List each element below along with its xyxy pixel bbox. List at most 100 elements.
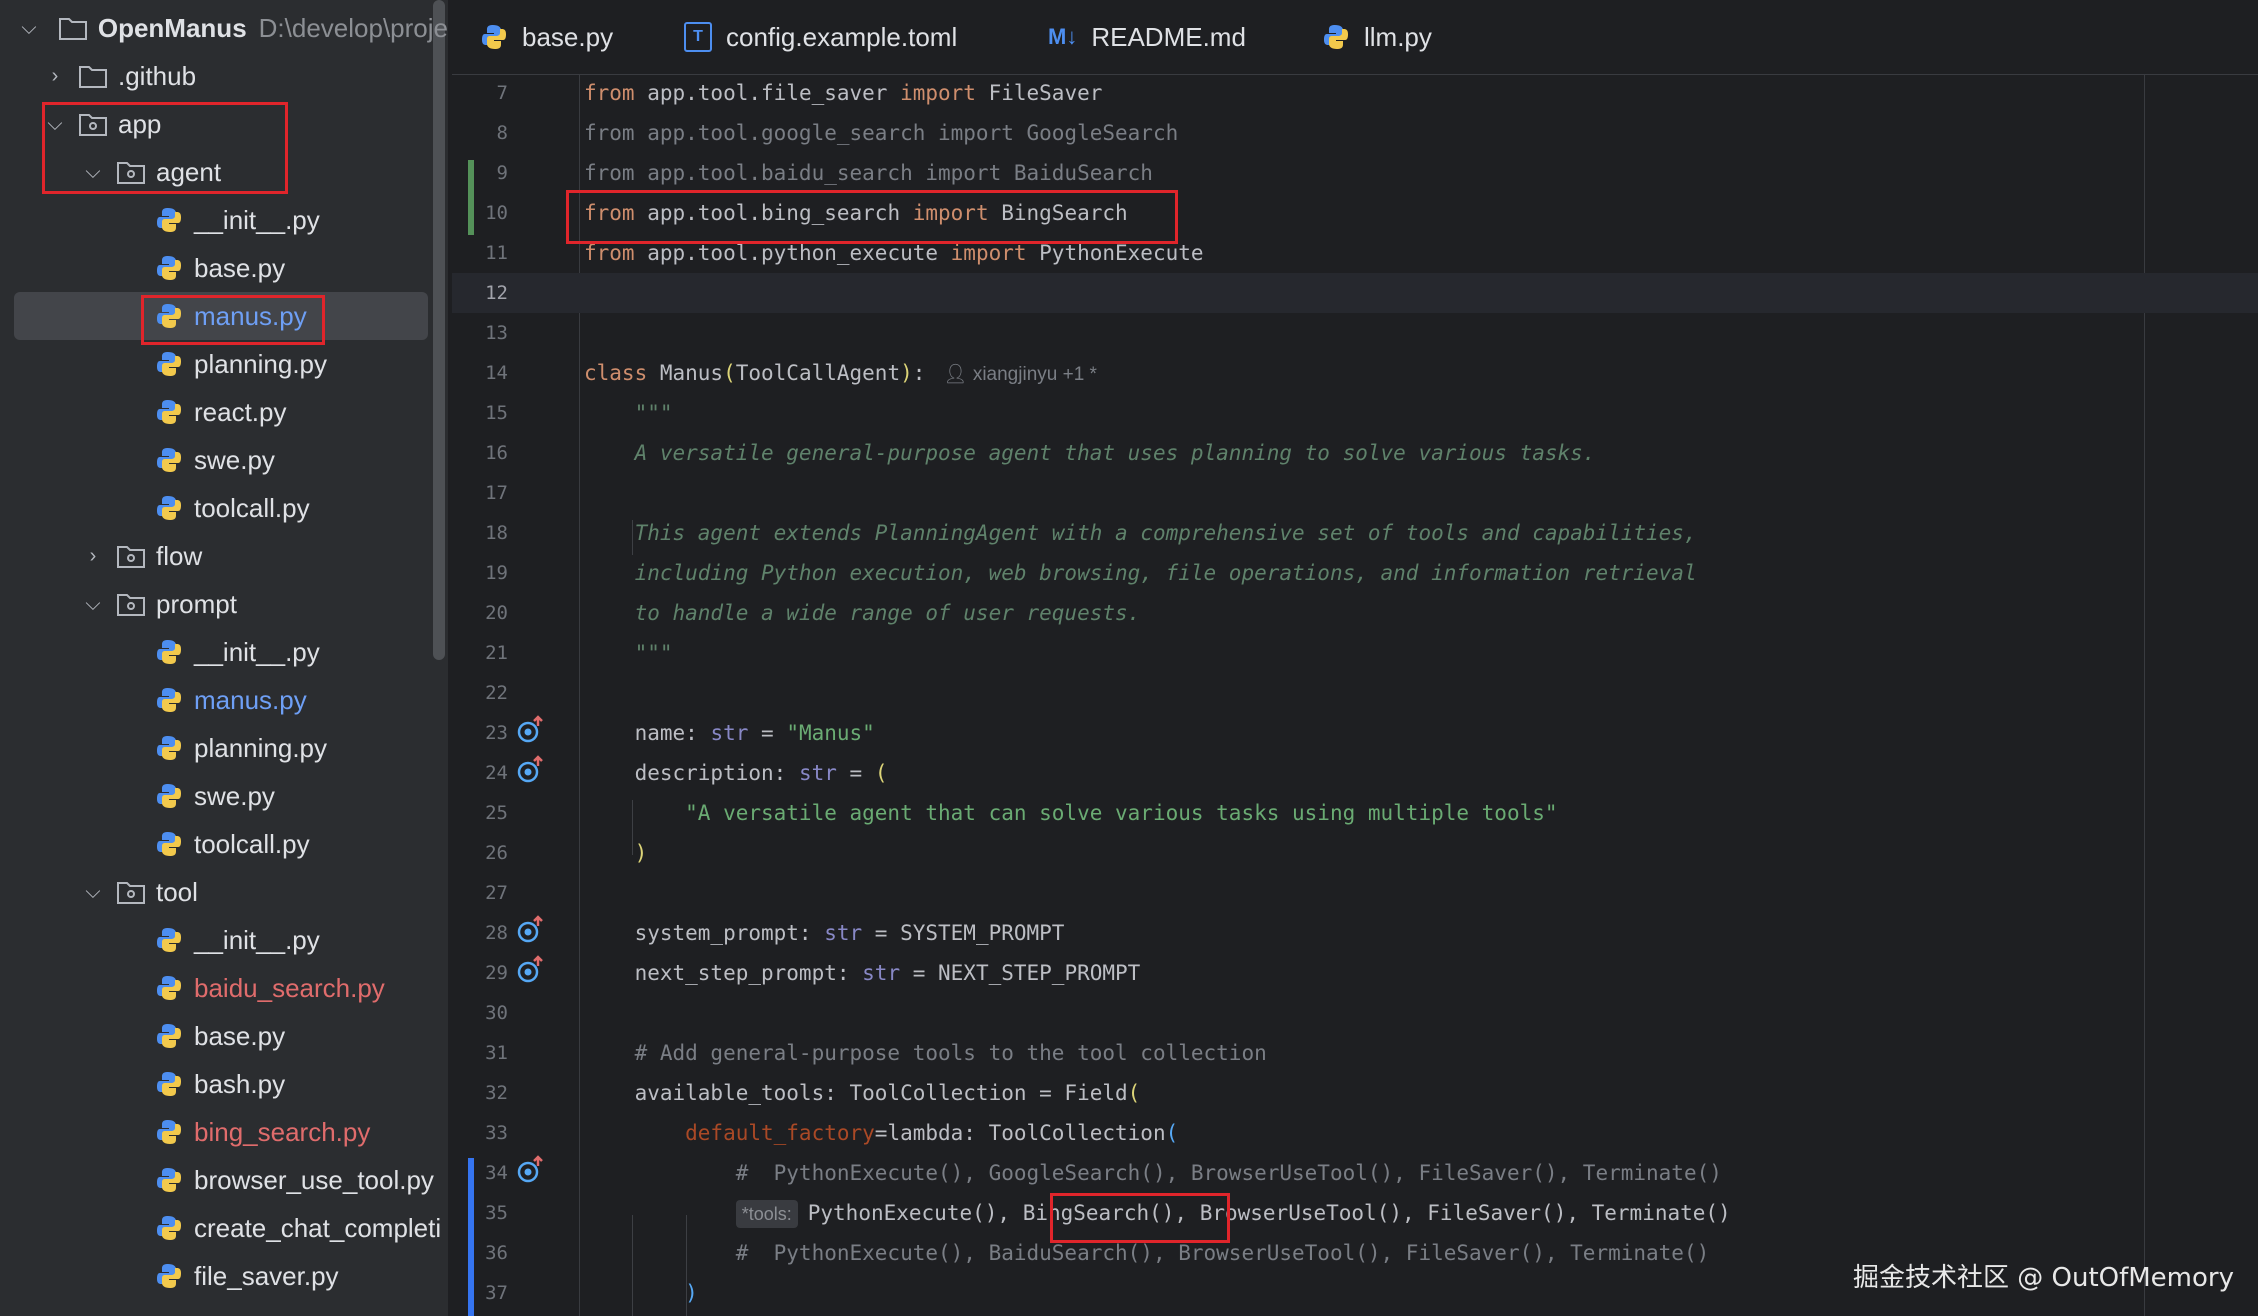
code-line[interactable]: 25 "A versatile agent that can solve var… xyxy=(452,793,2258,833)
tab-base-py[interactable]: base.py xyxy=(480,0,613,74)
tree-item-label: planning.py xyxy=(194,348,327,379)
line-number: 13 xyxy=(485,322,508,344)
code-line[interactable]: 16 A versatile general-purpose agent tha… xyxy=(452,433,2258,473)
project-path: D:\develop\proje xyxy=(258,12,448,43)
code-line[interactable]: 17 xyxy=(452,473,2258,513)
tree-item[interactable]: bash.py xyxy=(0,1060,448,1108)
code-token: PythonExecute(), xyxy=(807,1201,1023,1225)
code-text: A versatile general-purpose agent that u… xyxy=(584,433,1596,473)
code-line[interactable]: 31 # Add general-purpose tools to the to… xyxy=(452,1033,2258,1073)
chevron-down-icon[interactable]: ⌵ xyxy=(80,593,106,616)
code-line[interactable]: 13 xyxy=(452,313,2258,353)
line-number: 35 xyxy=(485,1202,508,1224)
code-line[interactable]: 19 including Python execution, web brows… xyxy=(452,553,2258,593)
tree-item[interactable]: __init__.py xyxy=(0,916,448,964)
chevron-down-icon[interactable]: ⌵ xyxy=(80,881,106,904)
code-line[interactable]: 30 xyxy=(452,993,2258,1033)
param-hint: *tools: xyxy=(735,1200,798,1228)
override-icon[interactable] xyxy=(516,755,546,785)
code-line[interactable]: 32 available_tools: ToolCollection = Fie… xyxy=(452,1073,2258,1113)
code-token: # PythonExecute(), GoogleSearch(), Brows… xyxy=(584,1161,1722,1185)
tree-item[interactable]: toolcall.py xyxy=(0,820,448,868)
code-token: # PythonExecute(), BaiduSearch(), Browse… xyxy=(584,1241,1710,1265)
code-line[interactable]: 7 from app.tool.file_saver import FileSav… xyxy=(452,75,2258,113)
tree-item[interactable]: __init__.py xyxy=(0,196,448,244)
code-token: # Add general-purpose tools to the tool … xyxy=(584,1041,1267,1065)
code-line[interactable]: 35 *tools: PythonExecute(), BingSearch(),… xyxy=(452,1193,2258,1233)
code-line[interactable]: 9 from app.tool.baidu_search import Baidu… xyxy=(452,153,2258,193)
chevron-down-icon[interactable]: ⌵ xyxy=(16,17,42,40)
code-token: import xyxy=(900,81,976,105)
chevron-down-icon[interactable]: ⌵ xyxy=(42,113,68,136)
tree-item[interactable]: swe.py xyxy=(0,772,448,820)
code-line[interactable]: 24 description: str = ( xyxy=(452,753,2258,793)
python-icon xyxy=(480,23,508,51)
code-line[interactable]: 23 name: str = "Manus" xyxy=(452,713,2258,753)
code-line[interactable]: 22 xyxy=(452,673,2258,713)
line-number: 22 xyxy=(485,682,508,704)
code-token: from xyxy=(584,241,635,265)
override-icon[interactable] xyxy=(516,1155,546,1185)
override-icon[interactable] xyxy=(516,715,546,745)
line-number: 23 xyxy=(485,722,508,744)
tree-item[interactable]: planning.py xyxy=(0,724,448,772)
python-file-icon xyxy=(152,1067,186,1101)
override-icon[interactable] xyxy=(516,955,546,985)
vcs-modified-marker[interactable] xyxy=(468,1158,474,1316)
tree-item[interactable]: toolcall.py xyxy=(0,484,448,532)
tree-item[interactable]: manus.py xyxy=(0,292,448,340)
override-icon[interactable] xyxy=(516,915,546,945)
folder-icon xyxy=(56,11,90,45)
tree-item[interactable]: ⌵ agent xyxy=(0,148,448,196)
code-line[interactable]: 21 """ xyxy=(452,633,2258,673)
sidebar-scrollbar[interactable] xyxy=(433,0,445,660)
tree-item[interactable]: create_chat_completi xyxy=(0,1204,448,1252)
code-token: ( xyxy=(1127,1081,1141,1105)
code-line[interactable]: 34 # PythonExecute(), GoogleSearch(), Br… xyxy=(452,1153,2258,1193)
tree-item[interactable]: base.py xyxy=(0,244,448,292)
code-editor[interactable]: 7 from app.tool.file_saver import FileSav… xyxy=(452,75,2258,1316)
code-line[interactable]: 14 class Manus(ToolCallAgent): 👤︎ xiangjin… xyxy=(452,353,2258,393)
tree-item[interactable]: baidu_search.py xyxy=(0,964,448,1012)
tree-item[interactable]: planning.py xyxy=(0,340,448,388)
code-line[interactable]: 10 from app.tool.bing_search import BingS… xyxy=(452,193,2258,233)
tree-item[interactable]: ⌵ prompt xyxy=(0,580,448,628)
tree-item[interactable]: browser_use_tool.py xyxy=(0,1156,448,1204)
code-line[interactable]: 29 next_step_prompt: str = NEXT_STEP_PRO… xyxy=(452,953,2258,993)
tree-item[interactable]: ⌵ app xyxy=(0,100,448,148)
chevron-down-icon[interactable]: ⌵ xyxy=(80,161,106,184)
tab-config-example-toml[interactable]: T config.example.toml xyxy=(684,0,957,74)
tree-item[interactable]: file_saver.py xyxy=(0,1252,448,1300)
code-line[interactable]: 28 system_prompt: str = SYSTEM_PROMPT xyxy=(452,913,2258,953)
code-line[interactable]: 27 xyxy=(452,873,2258,913)
tree-item[interactable]: ⌵ tool xyxy=(0,868,448,916)
code-line[interactable]: 11 from app.tool.python_execute import Py… xyxy=(452,233,2258,273)
code-line[interactable]: 18 This agent extends PlanningAgent with… xyxy=(452,513,2258,553)
code-author-hint[interactable]: 👤︎ xiangjinyu +1 * xyxy=(943,364,1097,385)
chevron-right-icon[interactable]: › xyxy=(80,545,106,568)
line-number: 12 xyxy=(485,282,508,304)
tree-item[interactable]: swe.py xyxy=(0,436,448,484)
code-text: default_factory=lambda: ToolCollection( xyxy=(584,1113,1178,1153)
code-token: app.tool.python_execute xyxy=(634,241,951,265)
code-line[interactable]: 8 from app.tool.google_search import Goog… xyxy=(452,113,2258,153)
tree-item-label: swe.py xyxy=(194,780,275,811)
code-line[interactable]: 12 xyxy=(452,273,2258,313)
tree-item[interactable]: __init__.py xyxy=(0,628,448,676)
vcs-added-marker[interactable] xyxy=(468,160,474,235)
chevron-right-icon[interactable]: › xyxy=(42,65,68,88)
code-line[interactable]: 33 default_factory=lambda: ToolCollectio… xyxy=(452,1113,2258,1153)
tree-item[interactable]: › .github xyxy=(0,52,448,100)
tree-item[interactable]: › flow xyxy=(0,532,448,580)
python-icon xyxy=(1322,23,1350,51)
code-line[interactable]: 15 """ xyxy=(452,393,2258,433)
tree-item[interactable]: base.py xyxy=(0,1012,448,1060)
code-line[interactable]: 26 ) xyxy=(452,833,2258,873)
project-root-row[interactable]: ⌵ OpenManus D:\develop\proje xyxy=(0,4,448,52)
tree-item[interactable]: bing_search.py xyxy=(0,1108,448,1156)
code-line[interactable]: 20 to handle a wide range of user reques… xyxy=(452,593,2258,633)
tree-item[interactable]: manus.py xyxy=(0,676,448,724)
tab-readme-md[interactable]: M↓ README.md xyxy=(1048,0,1246,74)
tab-llm-py[interactable]: llm.py xyxy=(1322,0,1432,74)
tree-item[interactable]: react.py xyxy=(0,388,448,436)
